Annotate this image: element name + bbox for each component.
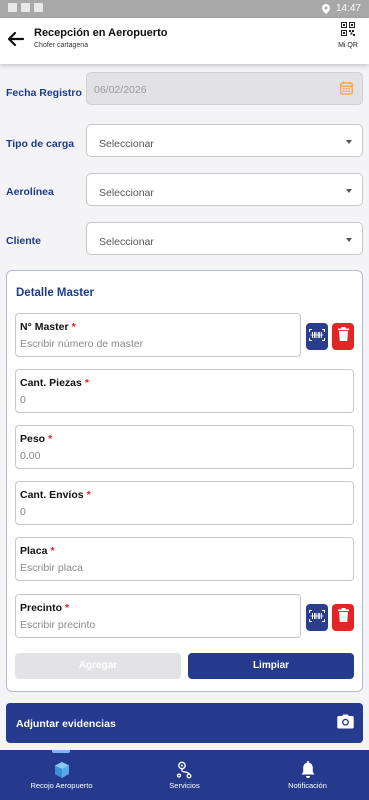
cliente-label: Cliente <box>6 235 42 247</box>
notification-icon <box>34 3 43 12</box>
peso-label: Peso * <box>20 433 53 445</box>
nav-servicios[interactable]: Servicios <box>123 750 246 800</box>
delete-precinto-button[interactable] <box>332 604 354 631</box>
precinto-placeholder: Escribir precinto <box>20 619 96 631</box>
delete-master-button[interactable] <box>332 323 354 350</box>
trash-icon <box>337 327 349 346</box>
agregar-button[interactable]: Agregar <box>15 653 181 679</box>
cant-envios-label: Cant. Envíos * <box>20 489 91 501</box>
cant-piezas-value: 0 <box>20 394 26 406</box>
placa-label: Placa * <box>20 545 55 557</box>
tipo-carga-value: Seleccionar <box>99 138 154 150</box>
cant-envios-input[interactable]: Cant. Envíos * 0 <box>15 481 354 525</box>
back-arrow-icon[interactable] <box>6 29 26 49</box>
cant-piezas-label: Cant. Piezas * <box>20 377 89 389</box>
scan-precinto-button[interactable] <box>306 604 328 631</box>
nav-label: Notificación <box>288 781 327 790</box>
notification-icons <box>8 3 43 12</box>
adjuntar-evidencias-label: Adjuntar evidencias <box>16 718 116 730</box>
page-title: Recepción en Aeropuerto <box>34 27 168 39</box>
chevron-down-icon <box>346 189 352 193</box>
precinto-label: Precinto * <box>20 602 70 614</box>
nav-recojo-aeropuerto[interactable]: Recojo Aeropuerto <box>0 750 123 800</box>
placa-input[interactable]: Placa * Escribir placa <box>15 537 354 581</box>
detalle-master-title: Detalle Master <box>16 287 94 299</box>
page-subtitle: Chofer cartagena <box>34 42 89 49</box>
tipo-carga-label: Tipo de carga <box>6 138 75 150</box>
numero-master-input[interactable]: N° Master * Escribir número de master <box>15 313 301 357</box>
numero-master-label: N° Master * <box>20 321 76 333</box>
nav-notificacion[interactable]: Notificación <box>246 750 369 800</box>
status-bar: 14:47 <box>0 0 369 18</box>
nav-label: Servicios <box>169 781 200 790</box>
notification-icon <box>8 3 17 12</box>
nav-label: Recojo Aeropuerto <box>30 781 93 790</box>
adjuntar-evidencias-button[interactable]: Adjuntar evidencias <box>6 703 363 743</box>
cliente-value: Seleccionar <box>99 236 154 248</box>
status-time: 14:47 <box>335 3 361 14</box>
cant-envios-value: 0 <box>20 506 26 518</box>
app-header: Recepción en Aeropuerto Chofer cartagena… <box>0 18 369 64</box>
barcode-icon <box>309 609 325 627</box>
precinto-input[interactable]: Precinto * Escribir precinto <box>15 594 301 638</box>
peso-value: 0.00 <box>20 450 41 462</box>
cant-piezas-input[interactable]: Cant. Piezas * 0 <box>15 369 354 413</box>
cliente-select[interactable]: Seleccionar <box>86 222 363 255</box>
fecha-registro-field: 06/02/2026 <box>86 72 363 105</box>
peso-input[interactable]: Peso * 0.00 <box>15 425 354 469</box>
limpiar-button[interactable]: Limpiar <box>188 653 354 679</box>
camera-icon <box>337 714 354 734</box>
aerolinea-label: Aerolínea <box>6 186 54 198</box>
numero-master-placeholder: Escribir número de master <box>20 338 144 350</box>
notification-icon <box>21 3 30 12</box>
status-right: 14:47 <box>321 3 361 14</box>
bottom-nav: Recojo Aeropuerto Servicios Notificación <box>0 750 369 800</box>
aerolinea-select[interactable]: Seleccionar <box>86 173 363 206</box>
detalle-master-card: Detalle Master N° Master * Escribir númer… <box>6 270 363 692</box>
qr-label: Mi QR <box>338 42 358 49</box>
chevron-down-icon <box>346 140 352 144</box>
qr-code-icon <box>341 22 355 40</box>
placa-placeholder: Escribir placa <box>20 562 84 574</box>
calendar-icon[interactable] <box>340 81 353 100</box>
tipo-carga-select[interactable]: Seleccionar <box>86 124 363 157</box>
fecha-registro-label: Fecha Registro <box>6 87 82 99</box>
chevron-down-icon <box>346 238 352 242</box>
scan-master-button[interactable] <box>306 323 328 350</box>
trash-icon <box>337 608 349 627</box>
fecha-registro-value: 06/02/2026 <box>94 84 147 96</box>
aerolinea-value: Seleccionar <box>99 187 154 199</box>
location-icon <box>321 3 330 14</box>
my-qr-button[interactable]: Mi QR <box>335 22 361 49</box>
barcode-icon <box>309 328 325 346</box>
